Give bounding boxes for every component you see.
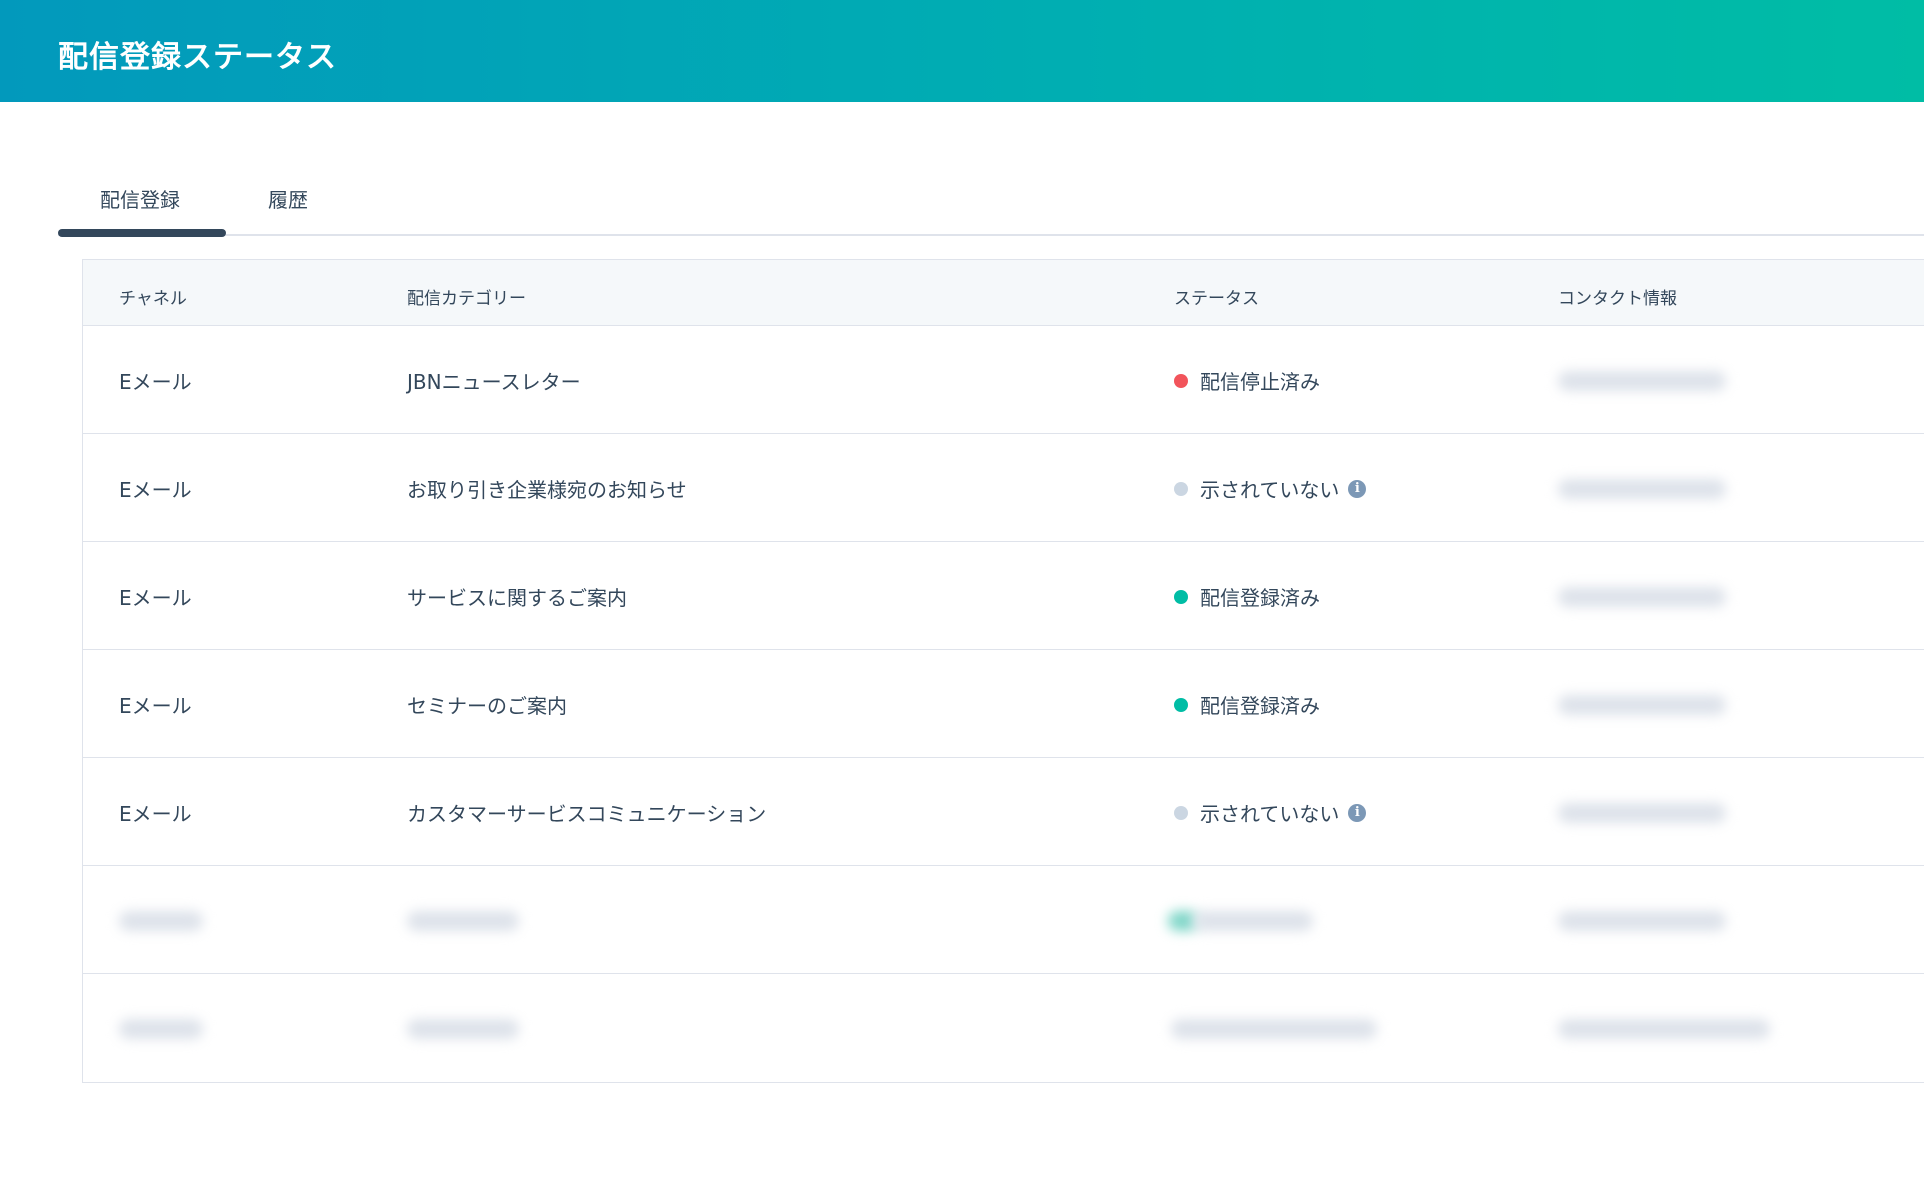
redacted-contact: [1558, 803, 1726, 823]
redacted-category: [407, 1019, 519, 1039]
redacted-status: [1193, 911, 1313, 931]
tab-history[interactable]: 履歴: [268, 184, 308, 213]
category-cell: カスタマーサービスコミュニケーション: [407, 802, 767, 826]
table-row: Eメール カスタマーサービスコミュニケーション 示されていない i: [83, 758, 1924, 866]
status-cell: 示されていない i: [1174, 474, 1367, 503]
channel-cell: Eメール: [119, 370, 192, 394]
redacted-channel: [119, 1019, 203, 1039]
category-cell: お取り引き企業様宛のお知らせ: [407, 478, 687, 502]
redacted-status: [1171, 1019, 1377, 1039]
table-header: チャネル 配信カテゴリー ステータス コンタクト情報: [83, 260, 1924, 326]
status-dot-icon: [1174, 697, 1188, 712]
status-dot-icon: [1174, 589, 1188, 604]
info-icon[interactable]: i: [1348, 479, 1367, 498]
category-cell: セミナーのご案内: [407, 694, 567, 718]
redacted-contact: [1558, 371, 1726, 391]
redacted-contact: [1558, 695, 1726, 715]
redacted-contact: [1558, 587, 1726, 607]
active-tab-indicator: [58, 229, 226, 237]
tab-subscriptions[interactable]: 配信登録: [100, 184, 180, 213]
channel-cell: Eメール: [119, 586, 192, 610]
status-dot-icon: [1174, 805, 1188, 820]
status-cell: 配信登録済み: [1174, 690, 1320, 719]
table-row: Eメール JBNニュースレター 配信停止済み: [83, 326, 1924, 434]
subscription-table: チャネル 配信カテゴリー ステータス コンタクト情報 Eメール JBNニュースレ…: [82, 259, 1924, 1083]
page-title: 配信登録ステータス: [58, 40, 337, 75]
status-cell: 示されていない i: [1174, 798, 1367, 827]
tab-bar: 配信登録 履歴: [58, 170, 1924, 237]
info-icon[interactable]: i: [1348, 803, 1367, 822]
table-row-redacted: [83, 866, 1924, 974]
channel-cell: Eメール: [119, 694, 192, 718]
redacted-contact: [1558, 1019, 1770, 1039]
status-cell: 配信停止済み: [1174, 366, 1320, 395]
table-row: Eメール お取り引き企業様宛のお知らせ 示されていない i: [83, 434, 1924, 542]
column-header-contact: コンタクト情報: [1558, 289, 1677, 309]
status-label: 配信停止済み: [1200, 370, 1320, 394]
redacted-contact: [1558, 479, 1726, 499]
table-row: Eメール サービスに関するご案内 配信登録済み: [83, 542, 1924, 650]
column-header-status: ステータス: [1174, 289, 1259, 309]
category-cell: サービスに関するご案内: [407, 586, 627, 610]
page-header: 配信登録ステータス: [0, 0, 1924, 102]
redacted-channel: [119, 911, 203, 931]
channel-cell: Eメール: [119, 478, 192, 502]
redacted-category: [407, 911, 519, 931]
status-label: 配信登録済み: [1200, 694, 1320, 718]
column-header-category: 配信カテゴリー: [407, 289, 526, 309]
status-label: 配信登録済み: [1200, 586, 1320, 610]
column-header-channel: チャネル: [119, 289, 187, 309]
table-row: Eメール セミナーのご案内 配信登録済み: [83, 650, 1924, 758]
channel-cell: Eメール: [119, 802, 192, 826]
status-label: 示されていない: [1200, 802, 1340, 826]
table-row-redacted: [83, 974, 1924, 1082]
status-cell: 配信登録済み: [1174, 582, 1320, 611]
redacted-contact: [1558, 911, 1726, 931]
status-dot-icon: [1174, 373, 1188, 388]
category-cell: JBNニュースレター: [407, 370, 581, 394]
status-label: 示されていない: [1200, 478, 1340, 502]
status-dot-icon: [1174, 481, 1188, 496]
